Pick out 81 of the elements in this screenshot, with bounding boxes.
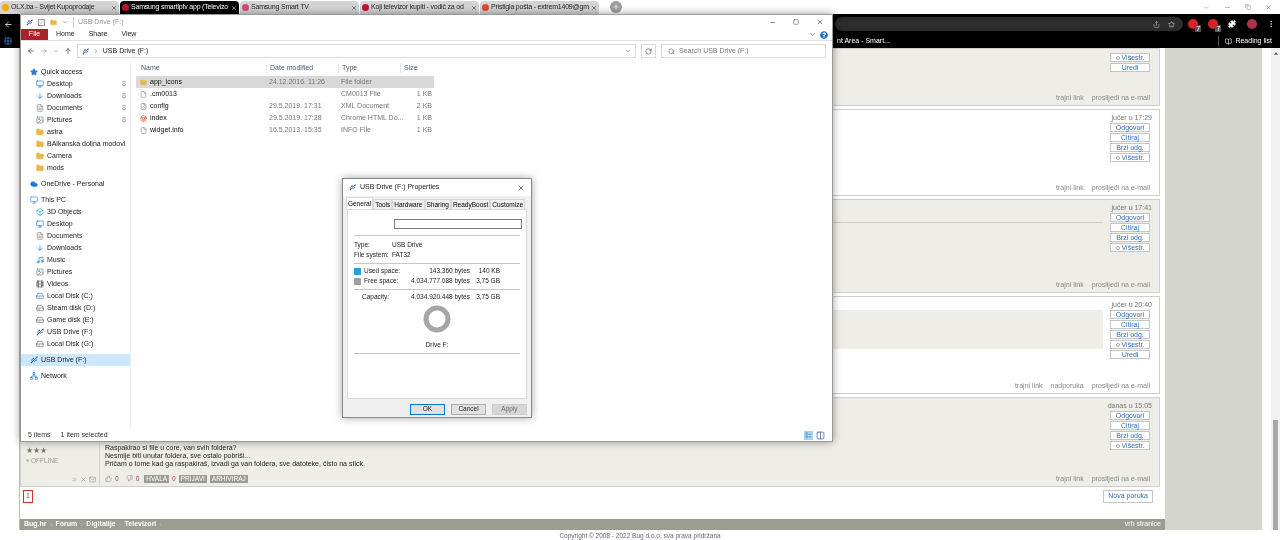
folder-icon — [36, 152, 44, 160]
x-icon[interactable] — [80, 476, 87, 483]
tab-search-icon[interactable] — [1203, 3, 1210, 11]
close-button[interactable] — [517, 183, 525, 192]
details-view-icon[interactable] — [804, 430, 813, 440]
monitor-icon — [36, 220, 44, 228]
up-icon[interactable] — [63, 47, 72, 55]
close-button[interactable] — [1265, 3, 1272, 11]
multi-quote-checkbox[interactable] — [1115, 245, 1120, 250]
drive-name-field[interactable] — [394, 219, 522, 229]
download-arrow-icon — [36, 244, 44, 252]
donut-chart-drawing — [422, 304, 452, 334]
help-icon[interactable] — [820, 30, 828, 39]
close-tab-icon[interactable] — [471, 4, 477, 11]
expand-ribbon-icon[interactable] — [809, 31, 816, 38]
properties-icon[interactable] — [38, 18, 45, 26]
usb-icon — [36, 328, 44, 336]
folder-icon — [36, 128, 44, 136]
code-file-icon — [140, 102, 147, 110]
scroll-up-icon[interactable] — [1273, 52, 1278, 55]
bookmark-star-icon[interactable] — [1168, 20, 1175, 28]
chevron-right-icon — [92, 48, 99, 54]
close-tab-icon[interactable] — [111, 4, 117, 11]
monitor-icon — [36, 80, 44, 88]
drive-icon — [36, 292, 44, 300]
restore-button[interactable] — [1245, 4, 1251, 10]
image-icon — [36, 116, 44, 124]
recent-locations-icon[interactable] — [52, 48, 59, 54]
drive-icon — [36, 340, 44, 348]
usb-icon — [30, 356, 38, 364]
rank-stars: ★★★ — [26, 446, 47, 455]
customize-toolbar-icon[interactable] — [62, 19, 68, 25]
share-icon[interactable] — [1153, 20, 1160, 28]
close-tab-icon[interactable] — [591, 4, 597, 11]
refresh-button[interactable] — [641, 44, 656, 58]
folder-icon — [36, 164, 44, 172]
close-tab-icon[interactable] — [351, 4, 357, 11]
search-icon — [668, 47, 675, 55]
image-icon — [36, 268, 44, 276]
large-icons-view-icon[interactable] — [816, 430, 825, 440]
folder-icon — [36, 140, 44, 148]
multi-quote-checkbox[interactable] — [1115, 342, 1120, 347]
browser-logo-icon — [140, 114, 147, 122]
usb-icon — [349, 184, 356, 191]
plus-icon — [612, 3, 620, 11]
music-note-icon — [36, 256, 44, 264]
back-icon[interactable] — [4, 19, 13, 29]
new-folder-icon[interactable] — [50, 18, 57, 26]
chevron-down-icon — [625, 48, 632, 54]
download-arrow-icon — [36, 92, 44, 100]
multi-quote-checkbox[interactable] — [1115, 155, 1120, 160]
document-icon — [36, 232, 44, 240]
mail-icon[interactable] — [89, 476, 96, 483]
drive-icon — [36, 304, 44, 312]
cloud-icon — [30, 180, 38, 188]
close-icon — [816, 18, 824, 26]
multi-quote-checkbox[interactable] — [1115, 443, 1120, 448]
book-icon — [1225, 37, 1233, 45]
star-icon — [30, 68, 38, 76]
network-icon — [30, 372, 38, 380]
forward-icon[interactable] — [39, 47, 48, 55]
profile-avatar[interactable] — [1246, 19, 1257, 29]
usb-icon — [26, 18, 33, 26]
multi-quote-checkbox[interactable] — [1115, 55, 1120, 60]
folder-icon — [140, 78, 147, 86]
apps-icon[interactable] — [4, 37, 12, 45]
thumbs-up-icon[interactable] — [105, 475, 112, 483]
computer-icon — [30, 196, 38, 204]
refresh-icon — [645, 47, 653, 55]
maximize-icon — [793, 19, 799, 25]
cube-icon — [36, 208, 44, 216]
extensions-icon[interactable] — [1228, 20, 1237, 28]
double-chevron-icon[interactable] — [71, 476, 78, 483]
film-icon — [36, 280, 44, 288]
drive-icon — [36, 316, 44, 324]
new-tab-button[interactable] — [610, 1, 622, 13]
document-icon — [36, 104, 44, 112]
file-icon — [140, 90, 147, 98]
usb-icon — [81, 47, 89, 55]
file-icon — [140, 126, 147, 134]
thumbs-down-icon[interactable] — [125, 475, 133, 483]
